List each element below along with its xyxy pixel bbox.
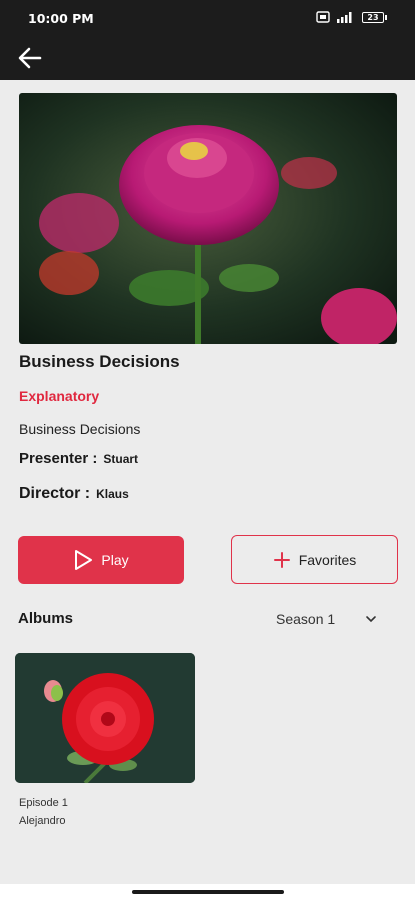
- genre-label: Explanatory: [19, 388, 100, 404]
- play-label: Play: [101, 552, 129, 568]
- director-row: Director : Klaus: [19, 485, 129, 503]
- signal-icon: [337, 12, 352, 23]
- presenter-label: Presenter :: [19, 450, 98, 467]
- content-title: Business Decisions: [19, 352, 180, 371]
- director-label: Director :: [19, 485, 91, 502]
- episode-subtitle: Alejandro: [19, 815, 66, 827]
- status-icons: 23: [316, 11, 387, 23]
- sim-icon: [316, 11, 330, 23]
- presenter-row: Presenter : Stuart: [19, 450, 138, 467]
- episode-thumbnail[interactable]: [15, 653, 195, 783]
- app-bar: [0, 36, 415, 80]
- chevron-down-icon: [366, 616, 376, 623]
- play-button[interactable]: Play: [18, 536, 184, 584]
- battery-icon: 23: [362, 11, 387, 23]
- back-arrow-icon[interactable]: [16, 44, 44, 72]
- status-time: 10:00 PM: [28, 11, 94, 26]
- presenter-value: Stuart: [103, 452, 139, 466]
- plus-icon: [273, 551, 290, 568]
- albums-heading: Albums: [18, 610, 74, 627]
- gesture-handle[interactable]: [132, 890, 284, 894]
- season-selected: Season 1: [276, 611, 336, 627]
- battery-level: 23: [362, 11, 384, 23]
- hero-image: [19, 93, 397, 344]
- favorites-button[interactable]: Favorites: [231, 535, 398, 584]
- director-value: Klaus: [96, 487, 129, 501]
- play-icon: [75, 550, 93, 570]
- season-dropdown[interactable]: Season 1: [276, 611, 377, 627]
- content-description: Business Decisions: [19, 421, 141, 437]
- status-bar: 10:00 PM 23: [0, 0, 415, 36]
- episode-title: Episode 1: [19, 797, 68, 809]
- favorites-label: Favorites: [298, 551, 357, 568]
